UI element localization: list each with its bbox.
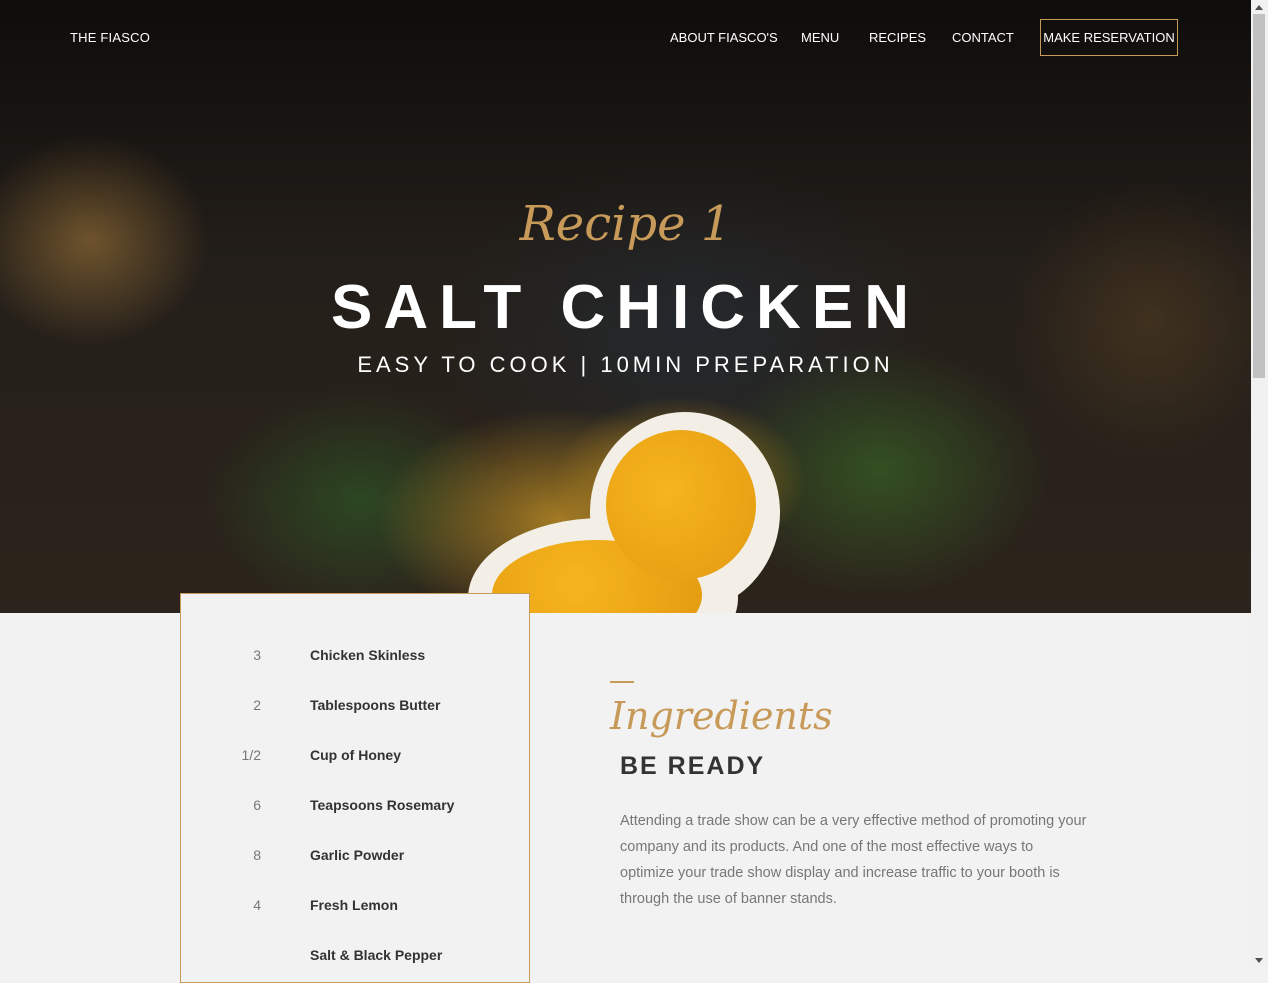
list-item: 6 Teapsoons Rosemary (181, 797, 529, 821)
list-item: 8 Garlic Powder (181, 847, 529, 871)
ingredient-quantity: 8 (253, 847, 261, 863)
ingredient-quantity: 4 (253, 897, 261, 913)
top-navigation: THE FIASCO ABOUT FIASCO'S MENU RECIPES C… (0, 0, 1251, 76)
list-item: 4 Fresh Lemon (181, 897, 529, 921)
list-item: 1/2 Cup of Honey (181, 747, 529, 771)
page-scrollbar[interactable] (1251, 0, 1268, 969)
hero-script-heading: Recipe 1 (519, 196, 732, 252)
ingredient-quantity: 6 (253, 797, 261, 813)
ingredient-name: Fresh Lemon (310, 897, 398, 913)
section-body-text: Attending a trade show can be a very eff… (620, 813, 1087, 907)
section-script-heading: Ingredients (610, 694, 833, 738)
ingredient-name: Cup of Honey (310, 747, 401, 763)
ingredient-name: Tablespoons Butter (310, 697, 441, 713)
hero-subtitle: EASY TO COOK | 10MIN PREPARATION (357, 352, 894, 377)
nav-item-recipes[interactable]: RECIPES (869, 30, 926, 45)
list-item: 3 Chicken Skinless (181, 647, 529, 671)
nav-item-contact[interactable]: CONTACT (952, 30, 1014, 45)
list-item: 2 Tablespoons Butter (181, 697, 529, 721)
ingredient-quantity: 1/2 (241, 747, 261, 763)
ingredient-name: Garlic Powder (310, 847, 405, 863)
ingredient-name: Teapsoons Rosemary (310, 797, 455, 813)
ingredient-name: Chicken Skinless (310, 647, 426, 663)
ingredient-quantity: 2 (253, 697, 261, 713)
scroll-down-icon[interactable] (1255, 958, 1263, 963)
brand-logo[interactable]: THE FIASCO (70, 30, 150, 45)
section-divider (610, 681, 634, 683)
ingredients-list: 3 Chicken Skinless 2 Tablespoons Butter … (180, 593, 530, 983)
egg-yolk-image (606, 430, 756, 580)
ingredient-name: Salt & Black Pepper (310, 947, 443, 963)
ingredient-quantity: 3 (253, 647, 261, 663)
make-reservation-button[interactable]: MAKE RESERVATION (1040, 19, 1178, 56)
nav-item-about[interactable]: ABOUT FIASCO'S (670, 30, 778, 45)
section-title: BE READY (620, 752, 766, 780)
scrollbar-thumb[interactable] (1253, 14, 1265, 378)
nav-item-menu[interactable]: MENU (801, 30, 839, 45)
scroll-up-icon[interactable] (1255, 5, 1263, 10)
hero-title: SALT CHICKEN (331, 273, 920, 342)
list-item: Salt & Black Pepper (181, 947, 529, 971)
